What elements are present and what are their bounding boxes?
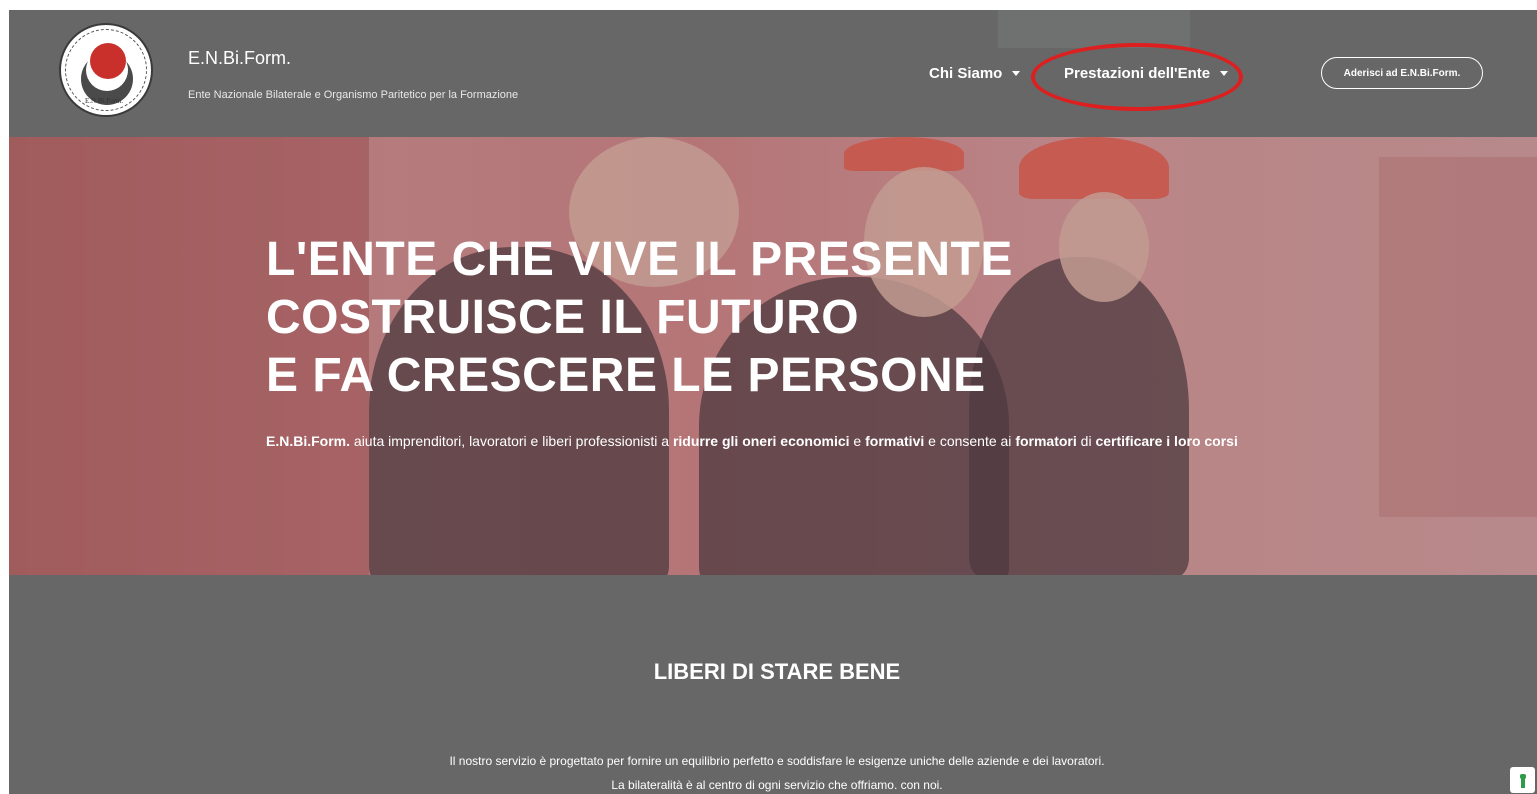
page-frame: E.N.Bi.Form. E.N.Bi.Form. Ente Nazionale… (9, 10, 1537, 794)
section-line: Il nostro servizio è progettato per forn… (449, 754, 1105, 768)
hero-text: aiuta imprenditori, lavoratori e liberi … (350, 433, 673, 449)
hero-banner: L'ENTE CHE VIVE IL PRESENTE COSTRUISCE I… (9, 137, 1537, 575)
nav-item-prestazioni[interactable]: Prestazioni dell'Ente (1064, 65, 1229, 82)
section-title: LIBERI DI STARE BENE (653, 659, 901, 684)
hero-text-bold: formativi (865, 433, 925, 449)
hero-bg-building (1379, 157, 1537, 517)
logo-text: E.N.Bi.Form. (85, 97, 124, 105)
section-description: Il nostro servizio è progettato per forn… (9, 749, 1537, 794)
hero-helmet (1019, 137, 1169, 199)
nav-item-chi-siamo[interactable]: Chi Siamo (929, 65, 1021, 82)
site-header: E.N.Bi.Form. E.N.Bi.Form. Ente Nazionale… (9, 10, 1537, 136)
hero-text-bold: certificare i loro corsi (1095, 433, 1238, 449)
nav-item-label: Prestazioni dell'Ente (1064, 65, 1211, 82)
hero-text-bold: ridurre gli oneri economici (672, 433, 850, 449)
logo-red-circle (90, 43, 126, 79)
hero-title: L'ENTE CHE VIVE IL PRESENTE COSTRUISCE I… (266, 231, 1013, 405)
chevron-down-icon (1220, 71, 1229, 76)
hero-title-line: L'ENTE CHE VIVE IL PRESENTE (266, 233, 1013, 286)
hero-person-face (1059, 192, 1149, 302)
accessibility-widget-button[interactable] (1510, 767, 1535, 793)
brand-name[interactable]: E.N.Bi.Form. (188, 48, 291, 69)
nav-hover-highlight (998, 10, 1190, 48)
section-line: La bilateralità è al centro di ogni serv… (611, 778, 943, 792)
hero-text: e (849, 433, 866, 449)
hero-text: di (1076, 433, 1096, 449)
brand-tagline: Ente Nazionale Bilaterale e Organismo Pa… (188, 89, 519, 101)
hero-title-line: E FA CRESCERE LE PERSONE (266, 349, 986, 402)
hero-text-bold: E.N.Bi.Form. (266, 433, 351, 449)
hero-text-bold: formatori (1015, 433, 1077, 449)
nav-item-label: Chi Siamo (929, 65, 1003, 82)
hero-description: E.N.Bi.Form. aiuta imprenditori, lavorat… (266, 427, 1286, 456)
widget-icon-bar (1520, 776, 1525, 788)
join-button[interactable]: Aderisci ad E.N.Bi.Form. (1321, 57, 1483, 89)
hero-title-line: COSTRUISCE IL FUTURO (266, 291, 860, 344)
hero-text: e consente ai (924, 433, 1016, 449)
site-logo[interactable]: E.N.Bi.Form. (59, 23, 153, 117)
hero-helmet (844, 137, 964, 171)
chevron-down-icon (1012, 71, 1021, 76)
